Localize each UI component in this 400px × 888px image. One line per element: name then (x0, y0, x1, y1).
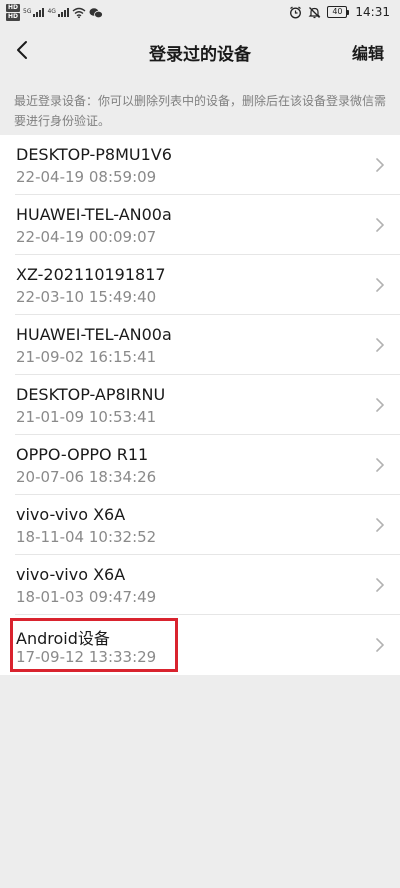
device-row-5[interactable]: DESKTOP-AP8IRNU 21-01-09 10:53:41 (0, 375, 400, 435)
chevron-right-icon (376, 158, 384, 172)
alarm-icon (290, 6, 302, 18)
wifi-icon (72, 7, 86, 18)
device-login-time: 21-09-02 16:15:41 (16, 348, 157, 366)
device-login-time: 18-11-04 10:32:52 (16, 528, 157, 546)
hd-badges: HD HD (6, 4, 21, 21)
device-login-time: 21-01-09 10:53:41 (16, 408, 157, 426)
device-row-9[interactable]: Android设备 17-09-12 13:33:29 (0, 615, 400, 675)
device-login-time: 22-03-10 15:49:40 (16, 288, 157, 306)
device-row-7[interactable]: vivo-vivo X6A 18-11-04 10:32:52 (0, 495, 400, 555)
device-row-6[interactable]: OPPO-OPPO R11 20-07-06 18:34:26 (0, 435, 400, 495)
device-name: OPPO-OPPO R11 (16, 445, 149, 464)
chevron-right-icon (376, 398, 384, 412)
status-left: HD HD 5G 4G (6, 4, 103, 21)
device-row-3[interactable]: XZ-202110191817 22-03-10 15:49:40 (0, 255, 400, 315)
device-login-time: 18-01-03 09:47:49 (16, 588, 157, 606)
status-bar: HD HD 5G 4G 40 14:31 (0, 0, 400, 28)
device-list-description: 最近登录设备：你可以删除列表中的设备，删除后在该设备登录微信需要进行身份验证。 (14, 94, 387, 128)
chevron-right-icon (376, 338, 384, 352)
device-name: vivo-vivo X6A (16, 565, 126, 584)
device-list: DESKTOP-P8MU1V6 22-04-19 08:59:09 HUAWEI… (0, 135, 400, 675)
device-name: Android设备 (16, 629, 110, 648)
signal-icon-sim2: 4G (47, 8, 69, 17)
chevron-right-icon (376, 638, 384, 652)
chevron-right-icon (376, 578, 384, 592)
chevron-right-icon (376, 278, 384, 292)
hd-badge-1: HD (6, 4, 21, 12)
chevron-right-icon (376, 458, 384, 472)
chevron-right-icon (376, 518, 384, 532)
device-name: XZ-202110191817 (16, 265, 166, 284)
device-name: vivo-vivo X6A (16, 505, 126, 524)
device-row-1[interactable]: DESKTOP-P8MU1V6 22-04-19 08:59:09 (0, 135, 400, 195)
mute-bell-icon (308, 6, 321, 18)
wechat-notification-icon (89, 7, 103, 18)
device-name: HUAWEI-TEL-AN00a (16, 205, 172, 224)
edit-button[interactable]: 编辑 (352, 40, 384, 64)
device-login-time: 17-09-12 13:33:29 (16, 648, 157, 666)
device-row-2[interactable]: HUAWEI-TEL-AN00a 22-04-19 00:09:07 (0, 195, 400, 255)
device-login-time: 22-04-19 08:59:09 (16, 168, 157, 186)
device-name: HUAWEI-TEL-AN00a (16, 325, 172, 344)
device-row-4[interactable]: HUAWEI-TEL-AN00a 21-09-02 16:15:41 (0, 315, 400, 375)
device-row-8[interactable]: vivo-vivo X6A 18-01-03 09:47:49 (0, 555, 400, 615)
nav-bar: 登录过的设备 编辑 (0, 28, 400, 74)
battery-level: 40 (327, 6, 348, 18)
page-title: 登录过的设备 (149, 45, 251, 65)
device-name: DESKTOP-P8MU1V6 (16, 145, 172, 164)
device-login-time: 20-07-06 18:34:26 (16, 468, 157, 486)
device-name: DESKTOP-AP8IRNU (16, 385, 166, 404)
chevron-right-icon (376, 218, 384, 232)
battery-icon: 40 (327, 6, 350, 18)
signal-label-sim1: 5G (23, 8, 32, 15)
status-time: 14:31 (355, 5, 390, 19)
device-login-time: 22-04-19 00:09:07 (16, 228, 157, 246)
hd-badge-2: HD (6, 13, 21, 21)
signal-label-sim2: 4G (47, 8, 56, 15)
status-right: 40 14:31 (289, 5, 390, 19)
signal-icon-sim1: 5G (23, 8, 45, 17)
